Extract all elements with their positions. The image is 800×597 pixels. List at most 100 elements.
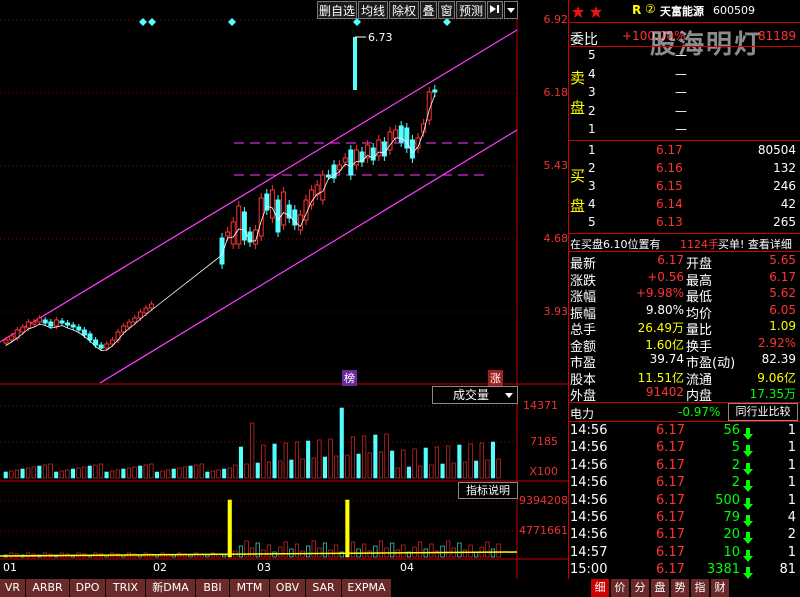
buy-price: 6.14 xyxy=(656,197,683,211)
trade-volume: 79 xyxy=(723,510,740,525)
limit-up-marker[interactable]: 涨 xyxy=(488,370,503,386)
price-tick: 3.93 xyxy=(543,305,569,318)
tab-arbr[interactable]: ARBR xyxy=(26,579,70,597)
divider xyxy=(568,140,800,141)
forecast-button[interactable]: 预测 xyxy=(456,1,486,19)
trade-count: 2 xyxy=(787,527,796,543)
buy-volume: 246 xyxy=(773,179,796,193)
volume-bar xyxy=(115,469,120,479)
volume-bar xyxy=(289,459,294,479)
down-arrow-icon xyxy=(743,547,753,566)
indicator-bar xyxy=(311,540,316,558)
trade-count: 1 xyxy=(787,475,796,491)
buy-volume: 265 xyxy=(773,215,796,229)
candle-body xyxy=(87,333,93,341)
industry-compare-button[interactable]: 同行业比较 xyxy=(728,403,798,421)
tab-bbi[interactable]: BBI xyxy=(196,579,230,597)
tab-order[interactable]: 盘 xyxy=(650,579,669,597)
volume-bar xyxy=(70,468,75,479)
volume-bar xyxy=(401,449,406,479)
indicator-bar xyxy=(294,543,300,558)
trade-price: 6.17 xyxy=(656,475,685,491)
volume-bar xyxy=(451,462,456,479)
candle-body xyxy=(264,193,270,211)
tab-finance[interactable]: 财 xyxy=(710,579,729,597)
signal-diamond xyxy=(148,18,156,26)
indicator-line xyxy=(0,551,518,557)
candle-body xyxy=(65,322,71,326)
buy-volume: 80504 xyxy=(757,143,796,157)
arrow-right-bar-icon[interactable] xyxy=(487,1,503,19)
indicator-bar xyxy=(188,554,193,558)
volume-bar xyxy=(479,442,484,479)
volume-bar xyxy=(278,460,283,479)
indicator-bar xyxy=(350,541,356,558)
candle-body xyxy=(348,149,354,176)
ex-rights-button[interactable]: 除权 xyxy=(389,1,419,19)
buy-level: 4 xyxy=(588,197,596,211)
tab-trix[interactable]: TRIX xyxy=(106,579,146,597)
stock-code: 600509 xyxy=(713,4,755,17)
indicator-tick: 9394208 xyxy=(519,494,568,507)
volume-bar xyxy=(390,450,395,479)
tab-trend[interactable]: 势 xyxy=(670,579,689,597)
sector-name[interactable]: 电力 xyxy=(570,405,594,422)
candle-body xyxy=(3,339,9,344)
trade-volume: 10 xyxy=(723,544,740,560)
moving-average-button[interactable]: 均线 xyxy=(358,1,388,19)
indicator-bar xyxy=(283,541,288,558)
ranking-marker[interactable]: 榜 xyxy=(342,370,357,386)
tab-dpo[interactable]: DPO xyxy=(70,579,106,597)
volume-bar xyxy=(322,456,328,479)
volume-indicator-select[interactable]: 成交量 xyxy=(432,386,518,404)
tab-mtm[interactable]: MTM xyxy=(230,579,270,597)
tab-index[interactable]: 指 xyxy=(690,579,709,597)
peak-price-label: 6.73 xyxy=(368,31,393,44)
down-arrow-icon xyxy=(743,512,753,531)
volume-bar xyxy=(126,467,131,479)
trade-volume: 5 xyxy=(731,440,740,456)
tab-price[interactable]: 价 xyxy=(610,579,629,597)
window-button[interactable]: 窗 xyxy=(438,1,455,19)
volume-bar xyxy=(334,455,339,479)
sell-price: — xyxy=(675,85,687,99)
volume-bar xyxy=(233,464,238,479)
tab-sar[interactable]: SAR xyxy=(306,579,342,597)
sell-side-label: 卖 xyxy=(570,69,586,87)
trade-time: 14:56 xyxy=(570,457,608,473)
volume-bar xyxy=(462,461,468,479)
tab-obv[interactable]: OBV xyxy=(270,579,306,597)
indicator-bar xyxy=(205,554,210,558)
stock-name: 天富能源 xyxy=(660,5,704,18)
tab-expma[interactable]: EXPMA xyxy=(342,579,392,597)
month-label: 01 xyxy=(3,561,17,574)
indicator-tick: 4771661 xyxy=(519,524,568,537)
volume-bar xyxy=(48,463,53,479)
big-order-detail-link[interactable]: 买单! 查看详细 xyxy=(718,236,792,252)
tab-minute[interactable]: 分 xyxy=(630,579,649,597)
trade-volume: 2 xyxy=(731,457,740,473)
candle-body xyxy=(398,125,404,143)
indicator-help-button[interactable]: 指标说明 xyxy=(458,482,518,499)
indicator-bar xyxy=(496,543,501,558)
tab-new-dma[interactable]: 新DMA xyxy=(146,579,196,597)
tab-detail[interactable]: 细 xyxy=(590,579,609,597)
tab-vr[interactable]: VR xyxy=(0,579,26,597)
volume-bar xyxy=(238,446,243,479)
stat-value: 91402 xyxy=(645,385,684,399)
buy-volume: 132 xyxy=(773,161,796,175)
candle-body xyxy=(241,211,247,241)
overlay-button[interactable]: 叠 xyxy=(420,1,437,19)
buy-price: 6.17 xyxy=(656,143,683,157)
volume-bar xyxy=(76,467,81,479)
trade-price: 6.17 xyxy=(656,440,685,456)
volume-bar xyxy=(87,465,92,479)
candle-body xyxy=(353,37,357,90)
indicator-bar xyxy=(334,544,339,558)
divider xyxy=(568,22,800,23)
indicator-bar xyxy=(373,545,378,558)
buy-price: 6.15 xyxy=(656,179,683,193)
remove-favorite-button[interactable]: 删自选 xyxy=(317,1,357,19)
volume-bar xyxy=(182,466,187,479)
indicator-bar xyxy=(440,545,445,558)
